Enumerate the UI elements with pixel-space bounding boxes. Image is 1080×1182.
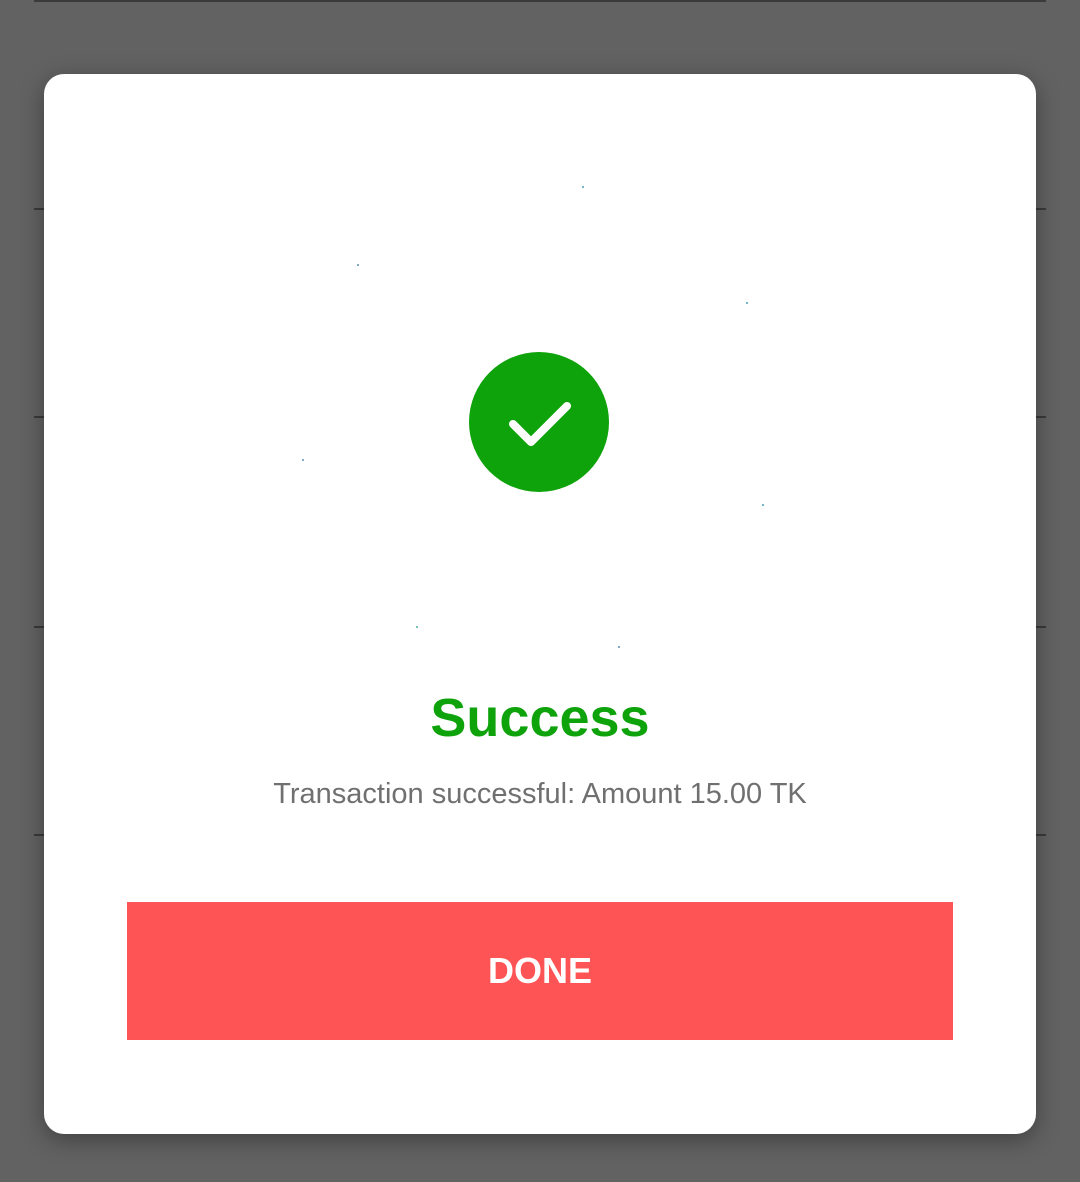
confetti-dot [357,264,359,266]
confetti-dot [618,646,620,648]
success-title: Success [430,688,650,748]
done-button-label: DONE [487,950,592,991]
confetti-dot [746,302,748,304]
success-dialog: Success Transaction successful: Amount 1… [44,74,1036,1134]
background-divider [34,0,1046,2]
confetti-dot [302,459,304,461]
checkmark-circle-icon [469,352,609,492]
transaction-message: Transaction successful: Amount 15.00 TK [273,778,807,810]
done-button[interactable]: DONE [127,902,953,1040]
confetti-dot [762,504,764,506]
checkmark-icon [509,402,571,446]
confetti-dot [582,186,584,188]
confetti-dot [416,626,418,628]
